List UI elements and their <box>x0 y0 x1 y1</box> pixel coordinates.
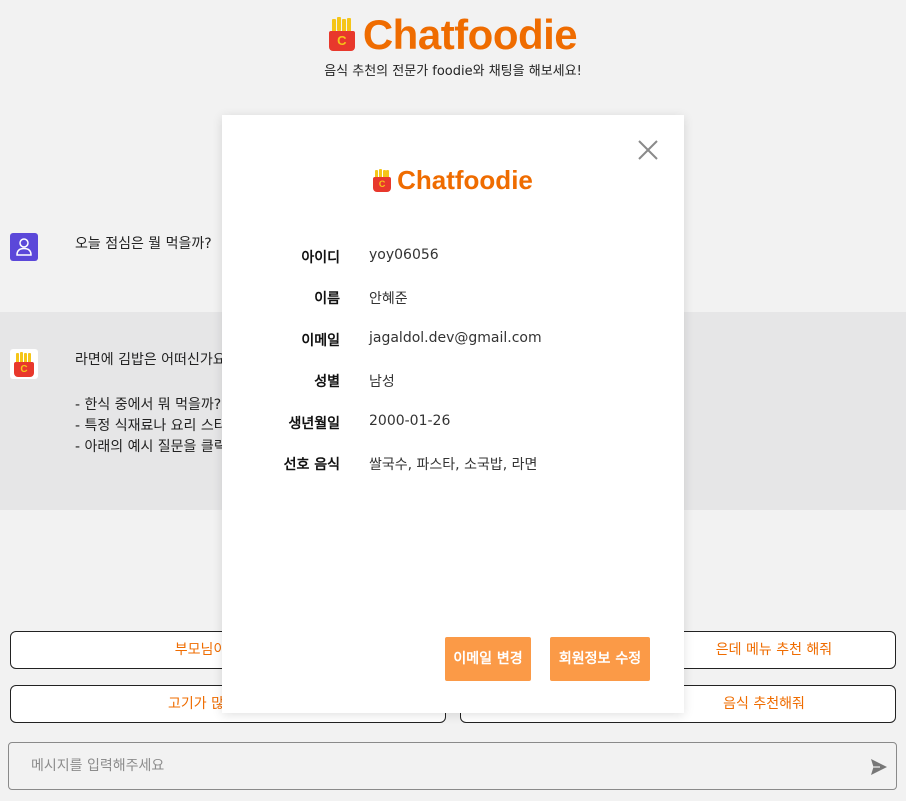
close-icon[interactable] <box>636 138 660 162</box>
modal-brand-title: Chatfoodie <box>397 165 533 195</box>
info-row-name: 이름 안혜준 <box>222 288 684 329</box>
message-input[interactable] <box>9 743 859 789</box>
info-value: jagaldol.dev@gmail.com <box>369 329 542 346</box>
modal-brand: C Chatfoodie <box>222 165 684 196</box>
bot-avatar-icon: C <box>10 349 38 379</box>
profile-modal: C Chatfoodie 아이디 yoy06056 이름 안혜준 이메일 jag… <box>222 115 684 713</box>
fries-logo-icon: C <box>328 17 355 51</box>
info-value: 안혜준 <box>369 291 408 308</box>
info-row-email: 이메일 jagaldol.dev@gmail.com <box>222 330 684 371</box>
info-label: 선호 음식 <box>283 456 340 473</box>
list-item: - 특정 식재료나 요리 스타 <box>75 418 227 434</box>
info-label: 이름 <box>314 291 340 308</box>
fries-logo-icon: C <box>373 168 392 192</box>
change-email-button[interactable]: 이메일 변경 <box>445 637 531 681</box>
edit-profile-button[interactable]: 회원정보 수정 <box>550 637 650 681</box>
app-header: C Chatfoodie 음식 추천의 전문가 foodie와 채팅을 해보세요… <box>0 10 906 79</box>
info-value: 2000-01-26 <box>369 412 451 429</box>
profile-info: 아이디 yoy06056 이름 안혜준 이메일 jagaldol.dev@gma… <box>222 247 684 495</box>
info-label: 아이디 <box>301 250 340 266</box>
brand-title: Chatfoodie <box>362 11 578 58</box>
tagline: 음식 추천의 전문가 foodie와 채팅을 해보세요! <box>324 64 582 79</box>
list-item: - 한식 중에서 뭐 먹을까? <box>75 397 222 413</box>
info-label: 이메일 <box>301 332 340 349</box>
info-label: 성별 <box>314 374 340 391</box>
send-icon[interactable] <box>869 757 889 777</box>
info-row-birthdate: 생년월일 2000-01-26 <box>222 413 684 454</box>
info-row-id: 아이디 yoy06056 <box>222 247 684 288</box>
brand: C Chatfoodie <box>0 10 906 60</box>
info-value: yoy06056 <box>369 247 439 263</box>
chatfoodie-page: C Chatfoodie 음식 추천의 전문가 foodie와 채팅을 해보세요… <box>0 0 906 801</box>
message-input-bar <box>8 742 897 790</box>
bot-suggestion-list: - 한식 중에서 뭐 먹을까? - 특정 식재료나 요리 스타 - 아래의 예시… <box>75 395 227 458</box>
info-row-gender: 성별 남성 <box>222 371 684 412</box>
info-row-favorite-food: 선호 음식 쌀국수, 파스타, 소국밥, 라면 <box>222 454 684 495</box>
bot-message-text: 라면에 김밥은 어떠신가요 <box>75 352 226 368</box>
user-avatar-icon <box>10 233 38 261</box>
list-item: - 아래의 예시 질문을 클릭 <box>75 439 227 455</box>
user-message-text: 오늘 점심은 뭘 먹을까? <box>75 236 212 252</box>
info-value: 남성 <box>369 374 395 391</box>
info-value: 쌀국수, 파스타, 소국밥, 라면 <box>369 456 538 473</box>
info-label: 생년월일 <box>288 415 340 432</box>
